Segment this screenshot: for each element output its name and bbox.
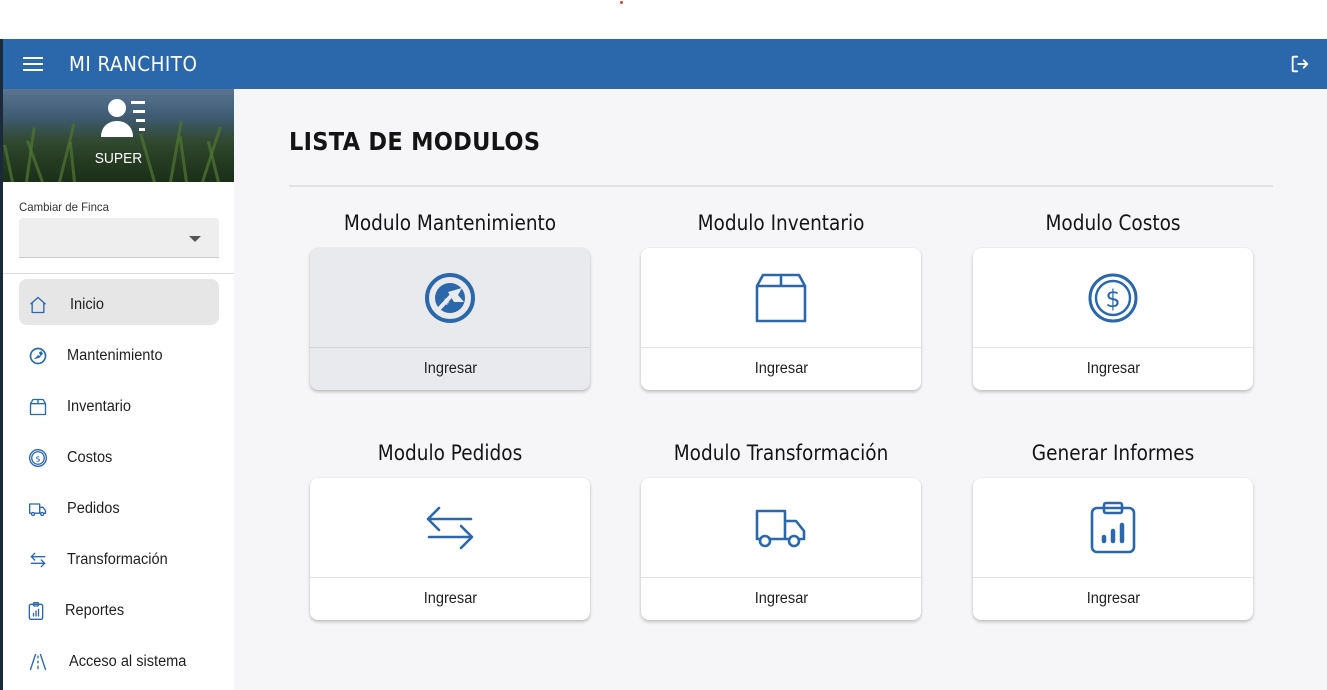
dropdown-arrow-icon <box>189 236 201 242</box>
module-title: Modulo Inventario <box>697 211 865 235</box>
dollar-coin-icon: $ <box>1088 273 1138 322</box>
sidebar-item-label: Inventario <box>67 397 131 415</box>
sidebar-item-inventario[interactable]: Inventario <box>3 381 234 432</box>
sidebar-item-label: Pedidos <box>67 499 120 517</box>
sidebar-item-acceso[interactable]: Acceso al sistema <box>3 636 234 687</box>
sidebar-item-costos[interactable]: $ Costos <box>3 432 234 483</box>
wrench-gear-icon: ¥ <box>425 272 475 323</box>
title-divider <box>289 185 1273 187</box>
module-title: Modulo Transformación <box>673 441 889 465</box>
app-bar: MI RANCHITO <box>3 39 1327 89</box>
wrench-gear-icon <box>27 345 49 367</box>
module-title: Generar Informes <box>1031 441 1195 465</box>
finca-label: Cambiar de Finca <box>19 200 109 214</box>
profile-banner: SUPER <box>3 89 234 182</box>
sidebar-divider <box>3 273 234 274</box>
arrows-exchange-icon <box>27 549 49 571</box>
box-icon <box>27 396 49 418</box>
svg-text:¥: ¥ <box>444 298 450 308</box>
svg-text:$: $ <box>1105 285 1120 313</box>
home-icon <box>27 294 49 316</box>
sidebar-item-inicio[interactable]: Inicio <box>3 279 234 330</box>
sidebar-item-label: Mantenimiento <box>67 346 163 364</box>
truck-icon <box>755 509 806 547</box>
logout-icon <box>1291 55 1309 73</box>
sidebar-item-reportes[interactable]: Reportes <box>3 585 234 636</box>
module-card[interactable]: Ingresar <box>641 478 921 620</box>
sidebar-item-label: Inicio <box>70 295 105 313</box>
sidebar-item-label: Reportes <box>65 601 125 619</box>
module-card[interactable]: Ingresar <box>310 478 590 620</box>
clipboard-chart-icon <box>1090 501 1136 553</box>
arrows-exchange-icon <box>426 506 474 549</box>
sidebar-item-label: Transformación <box>67 550 168 568</box>
box-icon <box>755 273 807 322</box>
module-title: Modulo Pedidos <box>377 441 523 465</box>
module-card[interactable]: $ Ingresar <box>973 248 1253 390</box>
sidebar-nav: Inicio Mantenimiento Inventario $ Costos… <box>3 279 234 687</box>
module-title: Modulo Costos <box>1045 211 1181 235</box>
app-title: MI RANCHITO <box>69 52 198 76</box>
ingresar-button[interactable]: Ingresar <box>641 348 921 390</box>
sidebar-item-mantenimiento[interactable]: Mantenimiento <box>3 330 234 381</box>
module-card[interactable]: Ingresar <box>973 478 1253 620</box>
sidebar-item-pedidos[interactable]: Pedidos <box>3 483 234 534</box>
sidebar-item-transformacion[interactable]: Transformación <box>3 534 234 585</box>
svg-text:$: $ <box>35 453 40 463</box>
user-list-icon <box>101 99 145 137</box>
page-title: LISTA DE MODULOS <box>289 127 541 156</box>
red-dot <box>620 1 623 4</box>
ingresar-button[interactable]: Ingresar <box>310 578 590 620</box>
sidebar-item-label: Costos <box>67 448 113 466</box>
ingresar-button[interactable]: Ingresar <box>973 348 1253 390</box>
sidebar: SUPER Cambiar de Finca Inicio Mantenimie… <box>3 89 234 690</box>
module-title: Modulo Mantenimiento <box>343 211 557 235</box>
finca-select[interactable] <box>19 218 219 258</box>
module-card[interactable]: Ingresar <box>641 248 921 390</box>
dollar-coin-icon: $ <box>27 447 49 469</box>
module-card[interactable]: ¥ Ingresar <box>310 248 590 390</box>
ingresar-button[interactable]: Ingresar <box>973 578 1253 620</box>
main-content: LISTA DE MODULOS Modulo Mantenimiento ¥ … <box>234 89 1327 690</box>
clipboard-chart-icon <box>25 600 47 622</box>
road-icon <box>27 651 49 673</box>
truck-icon <box>27 498 49 520</box>
ingresar-button[interactable]: Ingresar <box>310 348 590 390</box>
ingresar-button[interactable]: Ingresar <box>641 578 921 620</box>
profile-name: SUPER <box>94 150 143 167</box>
hamburger-menu-icon <box>23 57 43 71</box>
menu-button[interactable] <box>3 39 63 89</box>
sidebar-item-label: Acceso al sistema <box>69 652 187 670</box>
logout-button[interactable] <box>1287 51 1313 77</box>
